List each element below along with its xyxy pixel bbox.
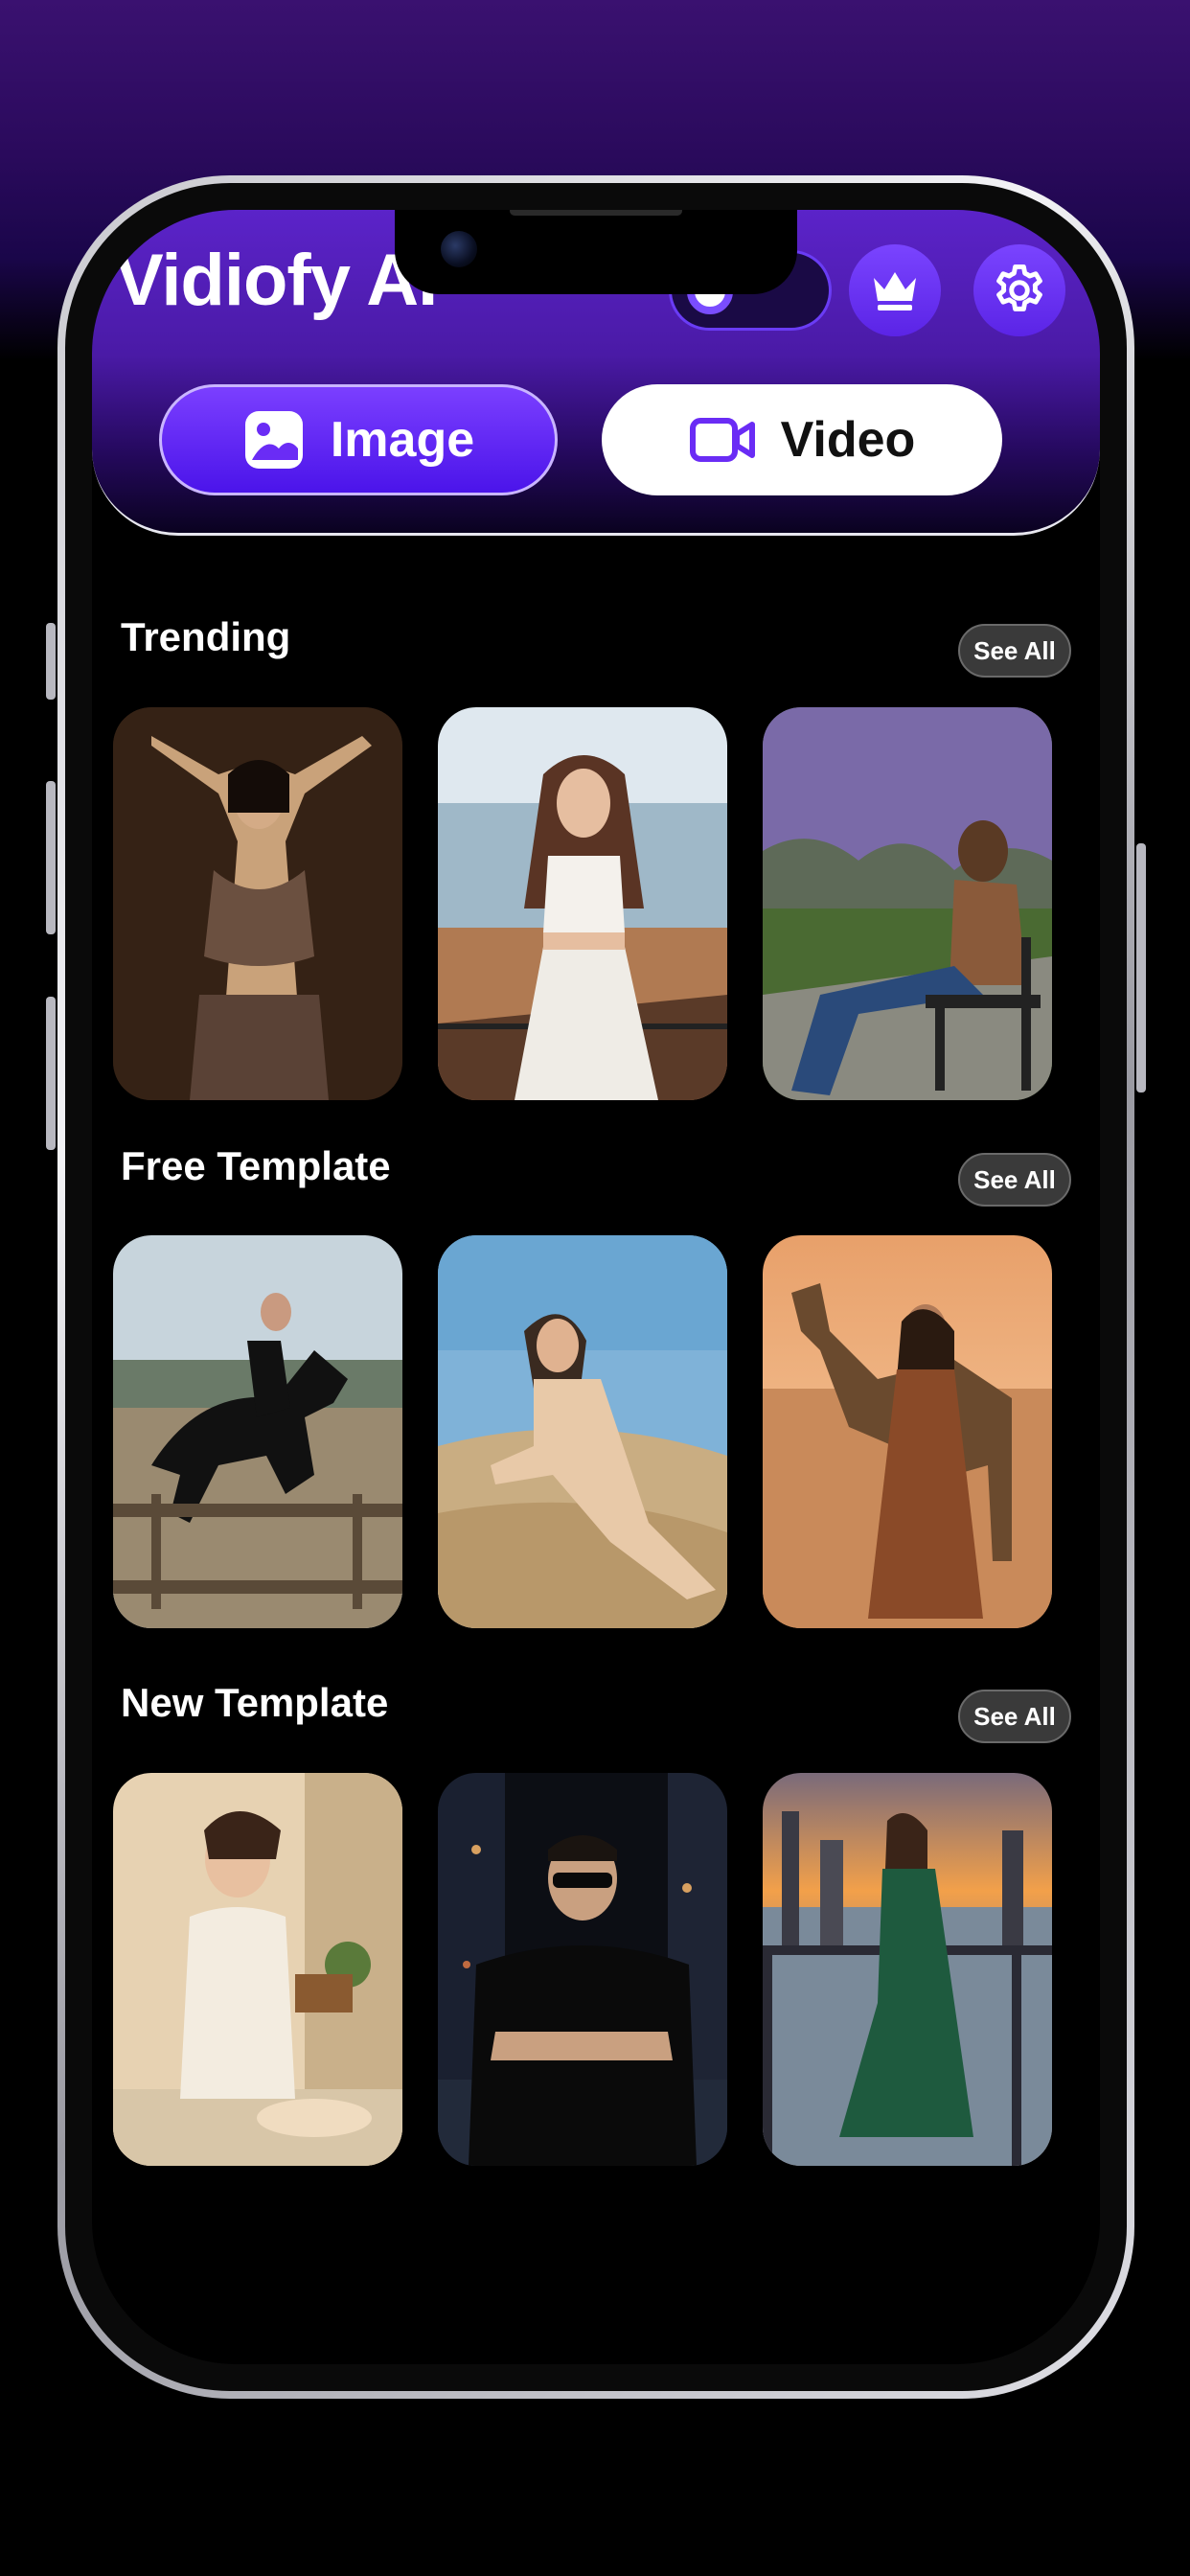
kitchen-baker-thumbnail bbox=[113, 1773, 402, 2166]
phone-frame: Vidiofy AI Image Video Trending See All … bbox=[57, 175, 1134, 2399]
desert-dune-woman-thumbnail bbox=[438, 1235, 727, 1628]
section-title-trending: Trending bbox=[121, 614, 291, 659]
template-card[interactable] bbox=[763, 1773, 1052, 2166]
tab-video-label: Video bbox=[780, 412, 916, 468]
seaside-balcony-woman-thumbnail bbox=[438, 707, 727, 1100]
volume-up-button bbox=[46, 781, 56, 934]
video-camera-icon bbox=[689, 418, 755, 462]
silent-switch bbox=[46, 623, 56, 700]
template-card[interactable] bbox=[438, 707, 727, 1100]
notch bbox=[395, 210, 797, 294]
template-card[interactable] bbox=[438, 1235, 727, 1628]
section-title-new-template: New Template bbox=[121, 1680, 389, 1725]
gear-icon bbox=[996, 264, 1042, 311]
rooftop-green-dress-thumbnail bbox=[763, 1773, 1052, 2166]
tab-video[interactable]: Video bbox=[602, 384, 1002, 495]
power-button bbox=[1136, 843, 1146, 1092]
template-card[interactable] bbox=[438, 1773, 727, 2166]
image-icon bbox=[244, 411, 303, 469]
desert-camel-woman-thumbnail bbox=[763, 1235, 1052, 1628]
see-all-new-template-button[interactable]: See All bbox=[958, 1690, 1071, 1743]
template-card[interactable] bbox=[113, 1773, 402, 2166]
bench-man-thumbnail bbox=[763, 707, 1052, 1100]
horse-rider-thumbnail bbox=[113, 1235, 402, 1628]
belly-dancer-thumbnail bbox=[113, 707, 402, 1100]
app-title: Vidiofy AI bbox=[115, 240, 438, 321]
app-screen: Vidiofy AI Image Video Trending See All … bbox=[92, 210, 1100, 2364]
template-card[interactable] bbox=[763, 707, 1052, 1100]
front-camera bbox=[441, 231, 477, 267]
city-night-man-thumbnail bbox=[438, 1773, 727, 2166]
earpiece-speaker bbox=[510, 210, 682, 216]
template-card[interactable] bbox=[113, 1235, 402, 1628]
phone-bezel: Vidiofy AI Image Video Trending See All … bbox=[65, 183, 1127, 2391]
crown-icon bbox=[874, 272, 916, 310]
template-card[interactable] bbox=[113, 707, 402, 1100]
see-all-trending-button[interactable]: See All bbox=[958, 624, 1071, 678]
template-card[interactable] bbox=[763, 1235, 1052, 1628]
tab-image[interactable]: Image bbox=[159, 384, 558, 495]
settings-button[interactable] bbox=[973, 244, 1065, 336]
section-title-free-template: Free Template bbox=[121, 1143, 391, 1188]
premium-button[interactable] bbox=[849, 244, 941, 336]
see-all-free-template-button[interactable]: See All bbox=[958, 1153, 1071, 1207]
volume-down-button bbox=[46, 997, 56, 1150]
tab-image-label: Image bbox=[330, 412, 475, 468]
